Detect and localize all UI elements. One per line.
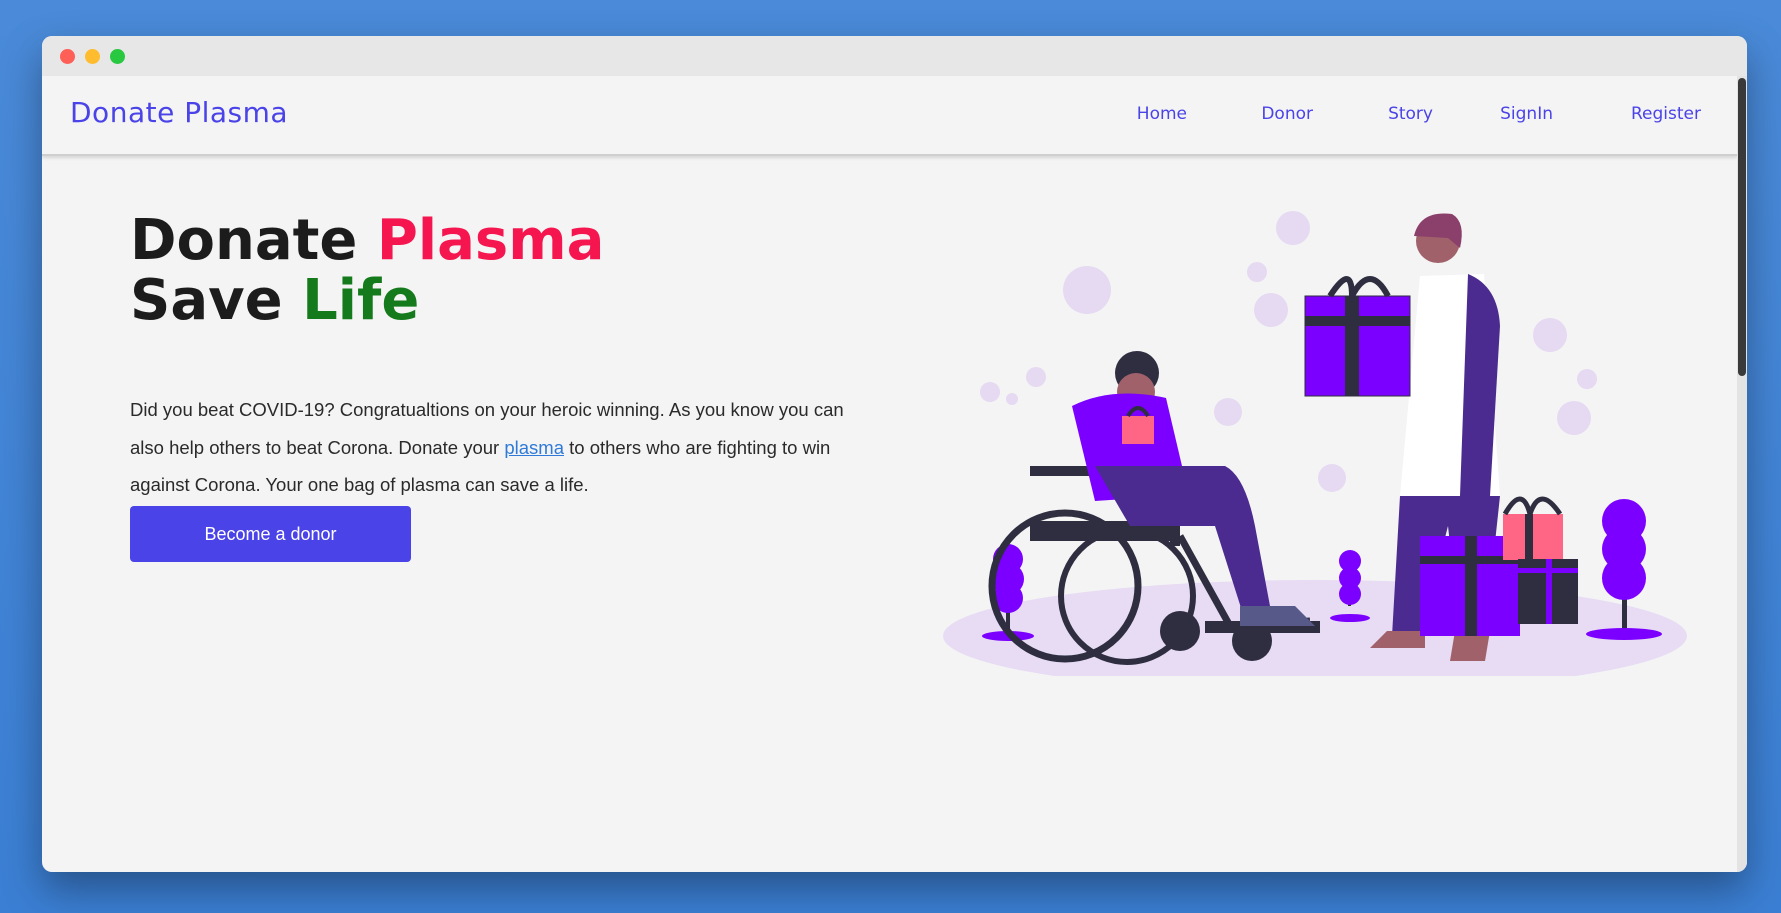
bubble — [980, 382, 1000, 402]
scrollbar-thumb[interactable] — [1738, 78, 1746, 376]
bubble — [1557, 401, 1591, 435]
hero-description: Did you beat COVID-19? Congratualtions o… — [130, 391, 870, 504]
nav-link-donor[interactable]: Donor — [1261, 104, 1313, 124]
bubble — [1318, 464, 1346, 492]
browser-window: Donate Plasma Home Donor Story SignIn Re… — [42, 36, 1747, 872]
hero-heading-plasma: Plasma — [376, 208, 605, 273]
bubble — [1276, 211, 1310, 245]
hero-heading-donate: Donate — [130, 208, 358, 273]
nav-link-story[interactable]: Story — [1388, 104, 1433, 124]
close-window-button[interactable] — [60, 49, 75, 64]
bubble — [1214, 398, 1242, 426]
held-gift — [1304, 276, 1411, 397]
brand-logo[interactable]: Donate Plasma — [70, 96, 288, 129]
bubble — [1533, 318, 1567, 352]
navbar: Donate Plasma Home Donor Story SignIn Re… — [42, 76, 1737, 156]
donation-illustration — [943, 211, 1687, 676]
nav-link-register[interactable]: Register — [1631, 104, 1701, 124]
bubble — [1254, 293, 1288, 327]
hero-heading: Donate Plasma Save Life — [130, 211, 604, 331]
become-donor-button[interactable]: Become a donor — [130, 506, 411, 562]
nav-link-signin[interactable]: SignIn — [1500, 104, 1553, 124]
window-titlebar — [42, 36, 1747, 76]
maximize-window-button[interactable] — [110, 49, 125, 64]
bubble — [1006, 393, 1018, 405]
bubble — [1063, 266, 1111, 314]
bubble — [1247, 262, 1267, 282]
bubble — [1026, 367, 1046, 387]
nav-link-home[interactable]: Home — [1137, 104, 1187, 124]
bubble — [1577, 369, 1597, 389]
plasma-link[interactable]: plasma — [504, 437, 564, 458]
minimize-window-button[interactable] — [85, 49, 100, 64]
hero-heading-save: Save — [130, 268, 283, 333]
hero-heading-life: Life — [302, 268, 420, 333]
